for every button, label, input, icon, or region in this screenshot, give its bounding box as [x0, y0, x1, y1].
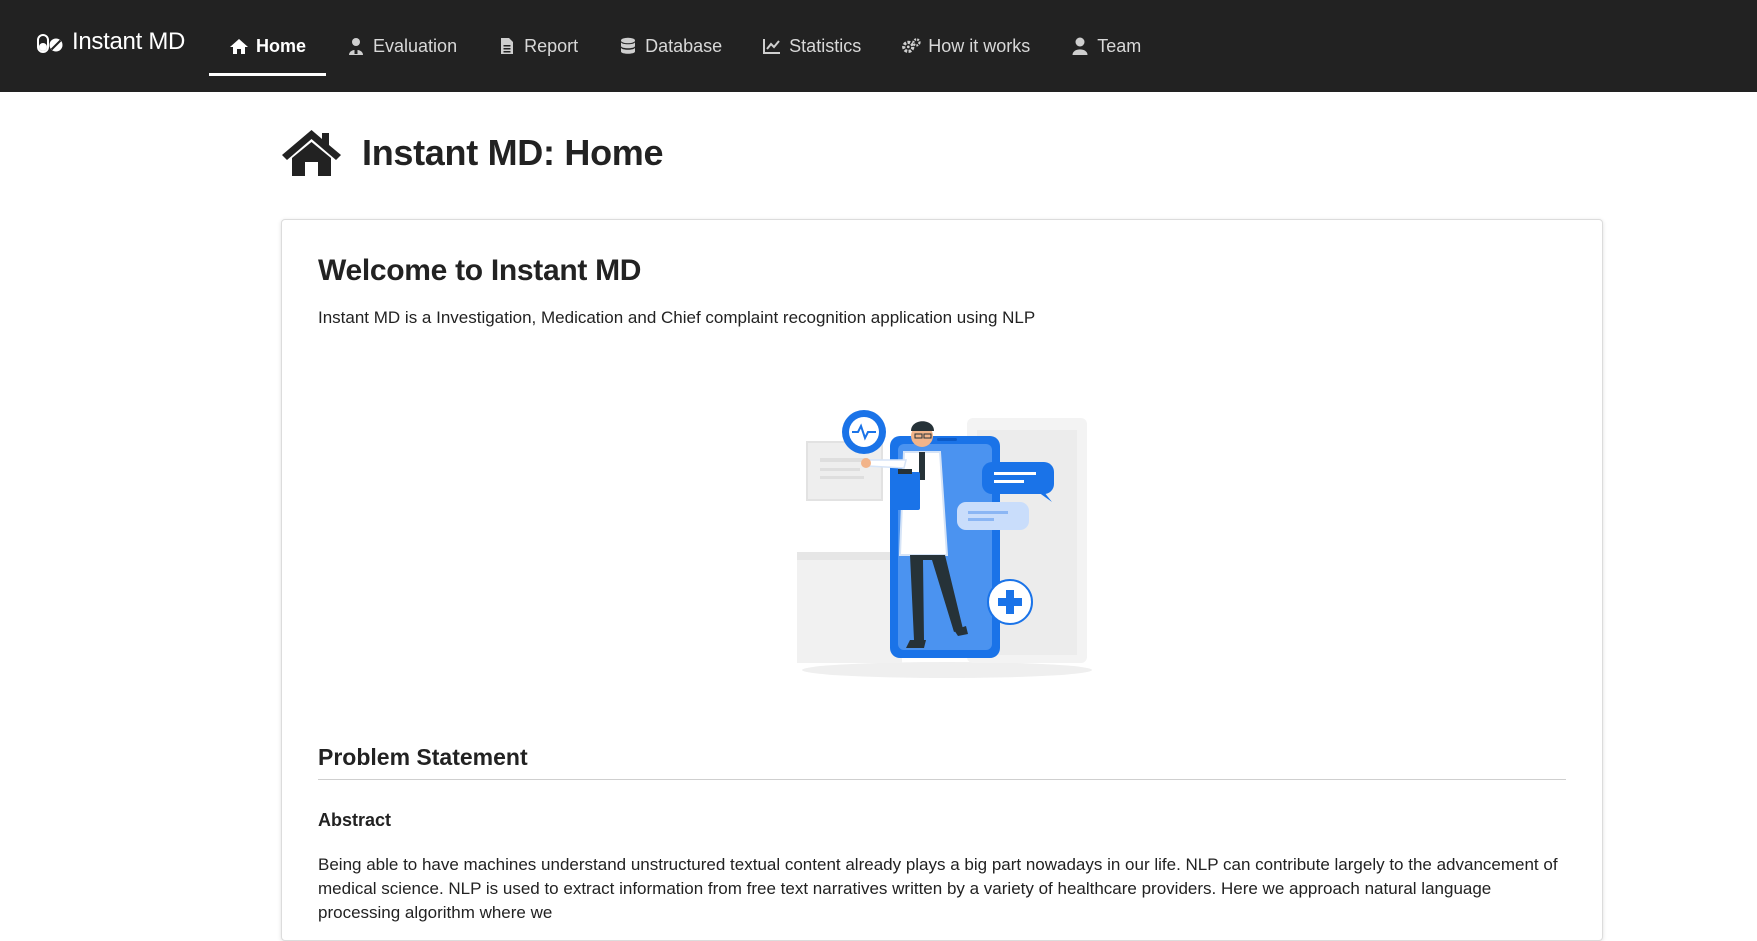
database-icon — [618, 37, 638, 55]
nav-item-how-it-works[interactable]: How it works — [881, 0, 1050, 92]
nav-label-evaluation: Evaluation — [373, 35, 458, 56]
nav-item-database[interactable]: Database — [598, 0, 742, 92]
brand-link[interactable]: Instant MD — [37, 28, 185, 56]
doctor-with-smartphone-illustration — [782, 400, 1112, 690]
top-navbar: Instant MD Home Evaluation Report Databa… — [0, 0, 1757, 92]
nav-label-statistics: Statistics — [789, 35, 862, 56]
nav-label-how-it-works: How it works — [928, 35, 1031, 56]
nav-label-report: Report — [524, 35, 579, 56]
nav-label-team: Team — [1097, 35, 1142, 56]
welcome-heading: Welcome to Instant MD — [318, 254, 642, 287]
file-icon — [497, 37, 517, 55]
problem-statement-heading: Problem Statement — [318, 744, 1566, 780]
home-icon — [281, 128, 342, 178]
nav-item-evaluation[interactable]: Evaluation — [326, 0, 477, 92]
user-doctor-icon — [346, 37, 366, 55]
nav-label-home: Home — [256, 35, 307, 56]
user-icon — [1070, 37, 1090, 55]
welcome-card: Welcome to Instant MD Instant MD is a In… — [281, 219, 1603, 941]
nav-label-database: Database — [645, 35, 723, 56]
nav-item-team[interactable]: Team — [1050, 0, 1161, 92]
page-header: Instant MD: Home — [281, 128, 664, 178]
nav-item-home[interactable]: Home — [209, 0, 327, 92]
line-chart-icon — [762, 37, 782, 55]
nav-item-statistics[interactable]: Statistics — [742, 0, 881, 92]
abstract-text: Being able to have machines understand u… — [318, 855, 1558, 922]
page-title: Instant MD: Home — [362, 132, 664, 173]
pills-icon — [37, 32, 64, 53]
brand-name: Instant MD — [72, 28, 186, 55]
welcome-lead: Instant MD is a Investigation, Medicatio… — [318, 308, 1036, 327]
home-icon — [229, 37, 249, 55]
main-nav: Home Evaluation Report Database Statisti… — [209, 0, 1161, 92]
nav-item-report[interactable]: Report — [477, 0, 598, 92]
abstract-heading: Abstract — [318, 810, 392, 830]
gears-icon — [901, 37, 921, 55]
